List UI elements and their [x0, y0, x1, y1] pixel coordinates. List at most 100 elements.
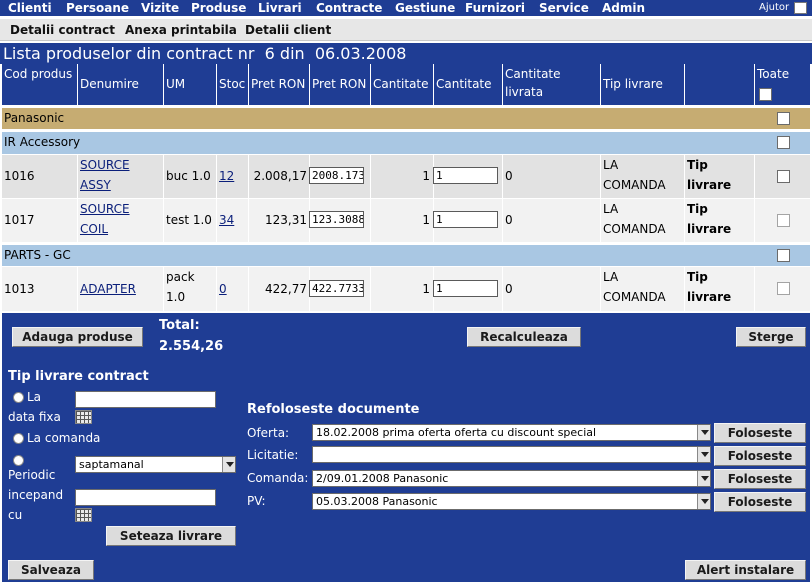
price-input[interactable]: 422.7733: [309, 280, 364, 297]
product-name-line1[interactable]: SOURCE: [80, 202, 130, 216]
product-stock-link[interactable]: 0: [216, 267, 248, 311]
group-label: Panasonic: [4, 111, 65, 125]
set-delivery-button[interactable]: Seteaza livrare: [106, 526, 236, 546]
menu-furnizori[interactable]: Furnizori: [465, 0, 525, 16]
delivery-link-line2[interactable]: livrare: [687, 178, 731, 192]
product-stock-link[interactable]: 34: [216, 199, 248, 242]
product-name-line2[interactable]: ASSY: [80, 178, 111, 192]
chevron-down-icon[interactable]: [222, 457, 235, 472]
save-button[interactable]: Salveaza: [8, 560, 94, 580]
product-name-line2[interactable]: COIL: [80, 222, 108, 236]
period-select[interactable]: saptamanal: [75, 456, 236, 473]
offer-label: Oferta:: [247, 426, 290, 440]
group-label: PARTS - GC: [4, 248, 71, 262]
group-checkbox-ir-accessory[interactable]: [777, 136, 790, 149]
offer-select[interactable]: 18.02.2008 prima oferta oferta cu discou…: [312, 424, 711, 441]
chevron-down-icon[interactable]: [697, 494, 710, 509]
price-input[interactable]: 123.3088: [309, 211, 364, 228]
radio-fixed-date[interactable]: [13, 392, 24, 403]
stock-value[interactable]: 0: [219, 282, 227, 296]
radio-on-order[interactable]: [13, 433, 24, 444]
delivery-type-link[interactable]: Tip livrare: [684, 267, 754, 311]
product-name-link[interactable]: SOURCE COIL: [77, 199, 163, 242]
menu-produse[interactable]: Produse: [191, 0, 246, 16]
delivery-link-line2[interactable]: livrare: [687, 222, 731, 236]
menu-persoane[interactable]: Persoane: [66, 0, 129, 16]
delivery-type-link[interactable]: Tip livrare: [684, 155, 754, 198]
menu-clienti[interactable]: Clienti: [8, 0, 52, 16]
delivery-type: LA COMANDA: [600, 199, 684, 242]
chevron-down-icon[interactable]: [697, 471, 710, 486]
tab-detalii-contract[interactable]: Detalii contract: [10, 22, 115, 38]
pv-select[interactable]: 05.03.2008 Panasonic: [312, 493, 711, 510]
calendar-icon[interactable]: [75, 508, 92, 522]
menu-livrari[interactable]: Livrari: [258, 0, 302, 16]
contract-sub-menu: Detalii contract Anexa printabila Detali…: [0, 19, 812, 41]
product-um: test 1.0: [163, 199, 216, 242]
fixed-date-input[interactable]: [75, 391, 216, 408]
group-row-parts-gc: PARTS - GC: [2, 245, 810, 266]
menu-vizite[interactable]: Vizite: [141, 0, 179, 16]
delete-button[interactable]: Sterge: [736, 327, 806, 347]
use-pv-button[interactable]: Foloseste: [714, 492, 806, 512]
delivery-link-line1[interactable]: Tip: [687, 158, 708, 172]
menu-service[interactable]: Service: [539, 0, 589, 16]
use-tender-button[interactable]: Foloseste: [714, 446, 806, 466]
menu-gestiune[interactable]: Gestiune: [395, 0, 455, 16]
col-header-pret: Pret RON: [248, 64, 309, 105]
select-all-checkbox[interactable]: [759, 88, 772, 101]
quantity-input[interactable]: 1: [433, 167, 498, 184]
col-header-stoc: Stoc: [216, 64, 248, 105]
delivery-type-link[interactable]: Tip livrare: [684, 199, 754, 242]
group-checkbox-parts-gc[interactable]: [777, 249, 790, 262]
delivery-link-line2[interactable]: livrare: [687, 290, 731, 304]
chevron-down-icon[interactable]: [697, 447, 710, 462]
toate-label: Toate: [757, 67, 790, 81]
pv-label: PV:: [247, 494, 266, 508]
col-header-cantitate: Cantitate: [370, 64, 433, 105]
periodic-start-input[interactable]: [75, 489, 216, 506]
tab-anexa-printabila[interactable]: Anexa printabila: [125, 22, 237, 38]
product-name-link[interactable]: ADAPTER: [77, 267, 163, 311]
use-offer-button[interactable]: Foloseste: [714, 423, 806, 443]
reuse-documents-heading: Refoloseste documente: [247, 402, 420, 417]
menu-contracte[interactable]: Contracte: [316, 0, 382, 16]
contract-actions-panel: Adauga produse Total: 2.554,26 Recalcule…: [2, 313, 810, 582]
row-checkbox[interactable]: [777, 282, 790, 295]
product-name-line1[interactable]: SOURCE: [80, 158, 130, 172]
price-input[interactable]: 2008.173: [309, 167, 364, 184]
stock-value[interactable]: 12: [219, 169, 234, 183]
group-label: IR Accessory: [4, 135, 81, 149]
row-checkbox[interactable]: [777, 214, 790, 227]
delivery-type: LA COMANDA: [600, 267, 684, 311]
row-checkbox[interactable]: [777, 170, 790, 183]
col-header-um: UM: [163, 64, 216, 105]
product-name-line1[interactable]: ADAPTER: [80, 282, 136, 296]
product-name-link[interactable]: SOURCE ASSY: [77, 155, 163, 198]
periodic-label-2: incepand: [8, 488, 64, 502]
tab-detalii-client[interactable]: Detalii client: [245, 22, 331, 38]
recalculate-button[interactable]: Recalculeaza: [467, 327, 581, 347]
delivery-type-line1: LA: [603, 270, 619, 284]
delivery-type-heading: Tip livrare contract: [8, 369, 149, 384]
help-checkbox[interactable]: [794, 2, 807, 14]
table-row: 1013 ADAPTER pack 1.0 0 422,77 422.7733 …: [2, 267, 810, 311]
group-checkbox-panasonic[interactable]: [777, 112, 790, 125]
delivery-type-line1: LA: [603, 158, 619, 172]
add-products-button[interactable]: Adauga produse: [12, 327, 143, 347]
install-alert-button[interactable]: Alert instalare: [685, 560, 806, 580]
use-order-button[interactable]: Foloseste: [714, 469, 806, 489]
menu-admin[interactable]: Admin: [602, 0, 645, 16]
tender-select[interactable]: [312, 446, 711, 463]
order-select[interactable]: 2/09.01.2008 Panasonic: [312, 470, 711, 487]
product-stock-link[interactable]: 12: [216, 155, 248, 198]
delivery-link-line1[interactable]: Tip: [687, 202, 708, 216]
product-code: 1016: [4, 169, 35, 183]
order-select-value: 2/09.01.2008 Panasonic: [316, 472, 449, 485]
calendar-icon[interactable]: [75, 410, 92, 424]
quantity-input[interactable]: 1: [433, 211, 498, 228]
delivery-link-line1[interactable]: Tip: [687, 270, 708, 284]
chevron-down-icon[interactable]: [697, 425, 710, 440]
stock-value[interactable]: 34: [219, 213, 234, 227]
quantity-input[interactable]: 1: [433, 280, 498, 297]
